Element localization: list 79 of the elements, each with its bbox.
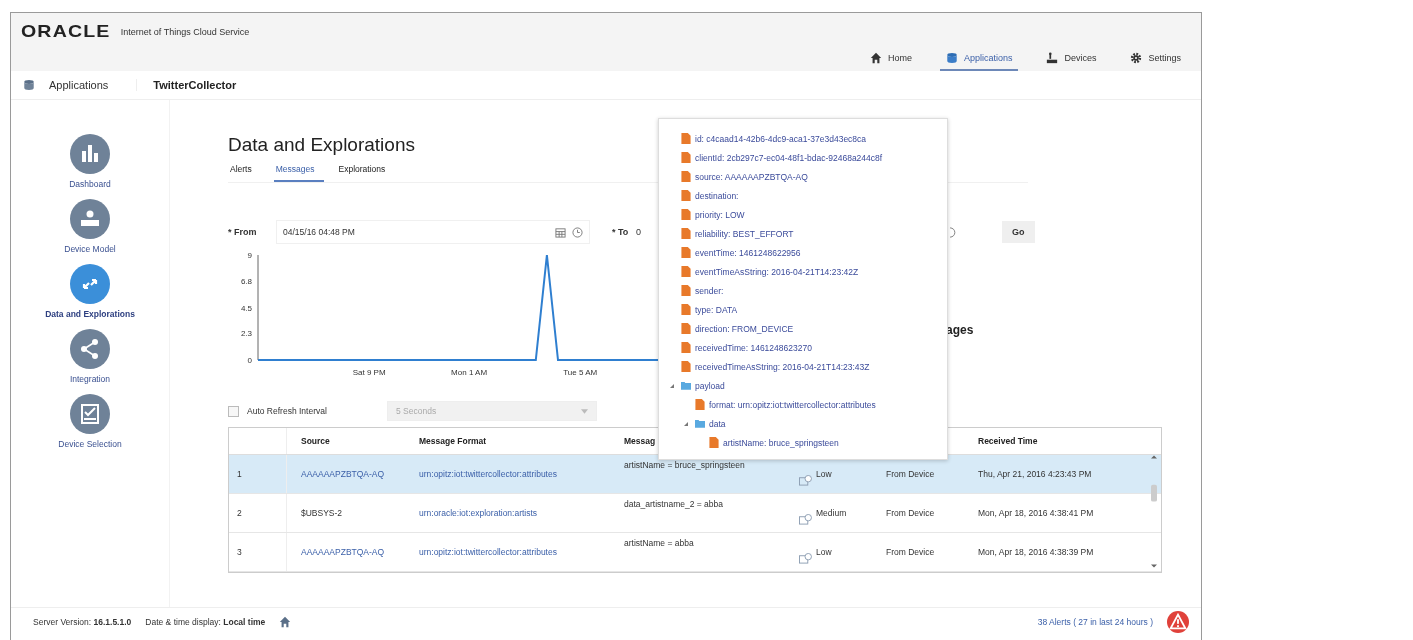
column-header[interactable]: Message Format (411, 436, 616, 446)
x-tick-label: Sat 9 PM (352, 368, 386, 377)
tree-item: source: AAAAAAPZBTQA-AQ (695, 171, 808, 182)
x-tick-label: Mon 1 AM (451, 368, 488, 377)
nav-tab[interactable]: Home (863, 49, 918, 71)
tree-item: clientId: 2cb297c7-ec04-48f1-bdac-92468a244c8f (695, 152, 883, 163)
x-tick-label: Tue 5 AM (563, 368, 598, 377)
tree-item: priority: LOW (695, 209, 745, 220)
tree-item: format: urn:opitz:iot:twittercollector:attributes (709, 399, 876, 410)
table-row[interactable]: 2 $UBSYS-2 urn:oracle:iot:exploration:artists data_artistname_2 = abba Medium From Device Mon, Apr 18, 2016 4:38:41 PM (229, 494, 1161, 533)
nav-tab[interactable]: Settings (1124, 49, 1187, 71)
source-link[interactable]: AAAAAAPZBTQA-AQ (301, 547, 385, 557)
server-version: Server Version: 16.1.5.1.0 (33, 617, 132, 627)
column-header[interactable]: Source (287, 436, 411, 446)
table-cell-text: artistName = bruce_springsteen (624, 460, 745, 472)
logo: ORACLE (21, 22, 111, 42)
product-name: Internet of Things Cloud Service (120, 27, 250, 37)
tab[interactable]: Alerts (228, 162, 262, 182)
tab[interactable]: Messages (273, 162, 325, 182)
tree-item: id: c4caad14-42b6-4dc9-aca1-37e3d43ec8ca (695, 133, 867, 144)
row-number: 2 (229, 494, 287, 532)
breadcrumb-link[interactable]: Applications (49, 79, 138, 91)
checkbox-label: Auto Refresh Interval (247, 406, 328, 416)
format-link[interactable]: urn:opitz:iot:twittercollector:attributes (419, 469, 557, 479)
tree-item: destination: (695, 190, 739, 201)
from-label: * From (228, 227, 258, 237)
tree-item: data (709, 418, 726, 429)
row-number: 1 (229, 455, 287, 493)
sidebar-item[interactable]: Data and Explorations (15, 264, 165, 319)
table-cell-text: artistName = abba (624, 538, 694, 550)
column-header[interactable]: Received Time (974, 436, 1149, 446)
tree-item: artistName: bruce_springsteen (723, 437, 839, 448)
table-cell-text: From Device (886, 469, 936, 479)
sidebar-item[interactable]: Integration (15, 329, 165, 384)
table-row[interactable]: 3 AAAAAAPZBTQA-AQ urn:opitz:iot:twittercollector:attributes artistName = abba Low From Device Mon, Apr 18, 2016 4:38:39 PM (229, 533, 1161, 572)
y-tick-label: 0 (247, 356, 253, 365)
nav-tab[interactable]: Devices (1040, 49, 1103, 71)
page-title: Data and Explorations (228, 134, 415, 156)
tree-item: eventTime: 1461248622956 (695, 247, 801, 258)
date-field[interactable]: 0 (636, 227, 646, 237)
sidebar-item[interactable]: Dashboard (15, 134, 165, 189)
y-tick-label: 2.3 (240, 329, 253, 339)
sidebar-item[interactable]: Device Selection (15, 394, 165, 449)
tree-item: receivedTimeAsString: 2016-04-21T14:23:43Z (695, 361, 870, 372)
app-name: TwitterCollector (153, 79, 237, 91)
date-field[interactable]: 04/15/16 04:48 PM (276, 220, 590, 244)
tree-item: reliability: BEST_EFFORT (695, 228, 794, 239)
datetime-display: Date & time display: Local time (145, 617, 266, 627)
y-tick-label: 6.8 (240, 276, 253, 286)
table-cell-text: Medium (816, 508, 848, 518)
table-cell-text: From Device (886, 547, 936, 557)
nav-tab[interactable]: Applications (939, 49, 1019, 71)
table-cell-text: Low (816, 469, 833, 479)
go-button[interactable]: Go (1002, 221, 1035, 243)
table-cell-text: data_artistname_2 = abba (624, 499, 723, 511)
tree-item: type: DATA (695, 304, 738, 315)
sidebar-item[interactable]: Device Model (15, 199, 165, 254)
source-link[interactable]: AAAAAAPZBTQA-AQ (301, 469, 385, 479)
format-link[interactable]: urn:opitz:iot:twittercollector:attributes (419, 547, 557, 557)
y-axis: 0 2.3 4.5 6.8 9 (240, 251, 259, 365)
tab[interactable]: Explorations (336, 162, 396, 182)
y-tick-label: 4.5 (240, 303, 253, 313)
table-cell-text: From Device (886, 508, 936, 518)
tree-item: direction: FROM_DEVICE (695, 323, 794, 334)
table-row[interactable]: 1 AAAAAAPZBTQA-AQ urn:opitz:iot:twittercollector:attributes artistName = bruce_springsteen Low From Device Thu, Apr 21, 2016 4:23:43 PM (229, 455, 1161, 494)
to-label: * To (612, 227, 630, 237)
table-cell-text: Mon, Apr 18, 2016 4:38:41 PM (977, 508, 1095, 518)
row-number: 3 (229, 533, 287, 571)
tree-item: sender: (695, 285, 724, 296)
tree-item: payload (695, 380, 725, 391)
format-link[interactable]: urn:oracle:iot:exploration:artists (419, 508, 538, 518)
y-tick-label: 9 (247, 251, 253, 260)
table-cell: $UBSYS-2 (301, 508, 343, 518)
table-cell-text: Low (816, 547, 833, 557)
table-cell-text: Mon, Apr 18, 2016 4:38:39 PM (977, 547, 1095, 557)
table-cell-text: Thu, Apr 21, 2016 4:23:43 PM (977, 469, 1093, 479)
alerts-link[interactable]: 38 Alerts ( 27 in last 24 hours ) (1037, 617, 1153, 627)
tree-item: eventTimeAsString: 2016-04-21T14:23:42Z (695, 266, 859, 277)
tree-item: receivedTime: 1461248623270 (695, 342, 812, 353)
